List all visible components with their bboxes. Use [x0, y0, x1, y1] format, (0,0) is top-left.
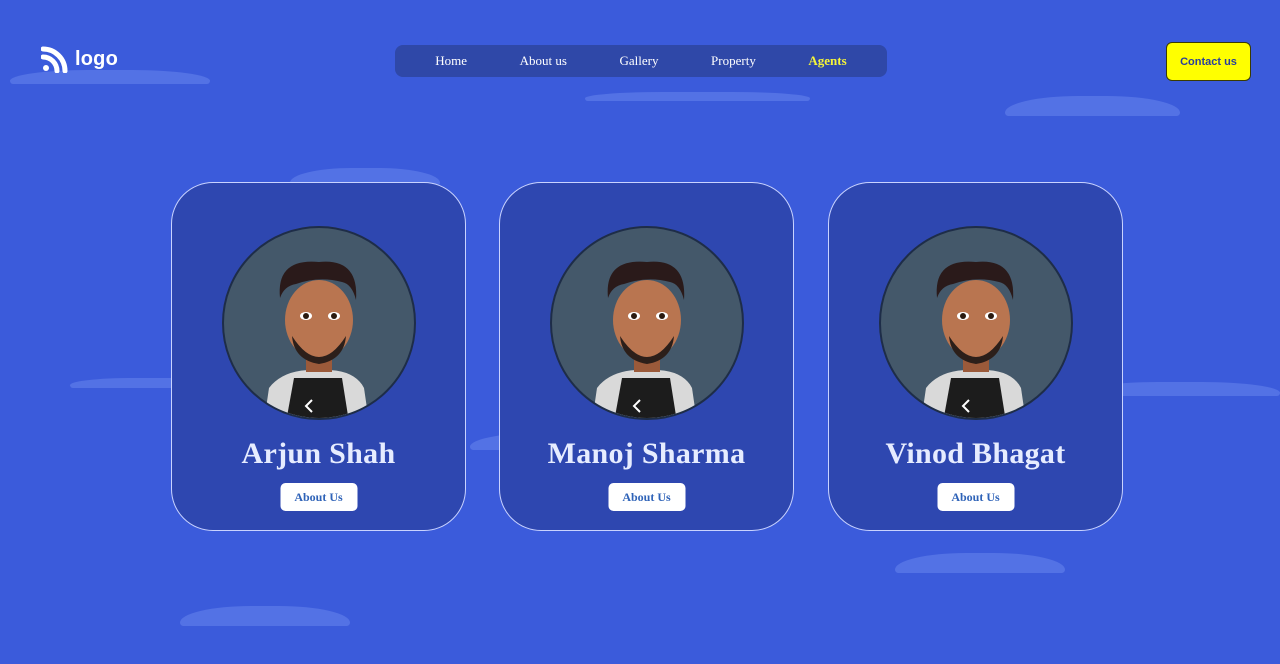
contact-us-button[interactable]: Contact us [1166, 42, 1251, 81]
nav-home[interactable]: Home [435, 53, 467, 69]
avatar-illustration-icon [592, 261, 697, 418]
nav-gallery[interactable]: Gallery [620, 53, 659, 69]
agent-card: Arjun Shah About Us [171, 182, 466, 531]
site-logo[interactable]: logo [41, 45, 118, 73]
agent-avatar [550, 226, 744, 420]
about-us-button[interactable]: About Us [608, 483, 685, 511]
avatar-illustration-icon [264, 261, 369, 418]
cloud-decoration [180, 606, 350, 626]
main-nav: Home About us Gallery Property Agents [395, 45, 887, 77]
avatar-illustration-icon [921, 261, 1026, 418]
nav-property[interactable]: Property [711, 53, 756, 69]
agent-card: Manoj Sharma About Us [499, 182, 794, 531]
agent-name: Manoj Sharma [547, 437, 746, 470]
logo-text: logo [75, 47, 119, 70]
agent-avatar [222, 226, 416, 420]
agent-card: Vinod Bhagat About Us [828, 182, 1123, 531]
signal-logo-icon [41, 46, 68, 73]
agent-avatar [879, 226, 1073, 420]
cloud-decoration [895, 553, 1065, 573]
nav-about-us[interactable]: About us [520, 53, 567, 69]
cloud-decoration [585, 92, 810, 101]
cloud-decoration [1005, 96, 1180, 116]
agent-name: Vinod Bhagat [885, 437, 1066, 470]
nav-agents[interactable]: Agents [808, 53, 846, 69]
agent-name: Arjun Shah [241, 437, 396, 470]
about-us-button[interactable]: About Us [280, 483, 357, 511]
about-us-button[interactable]: About Us [937, 483, 1014, 511]
